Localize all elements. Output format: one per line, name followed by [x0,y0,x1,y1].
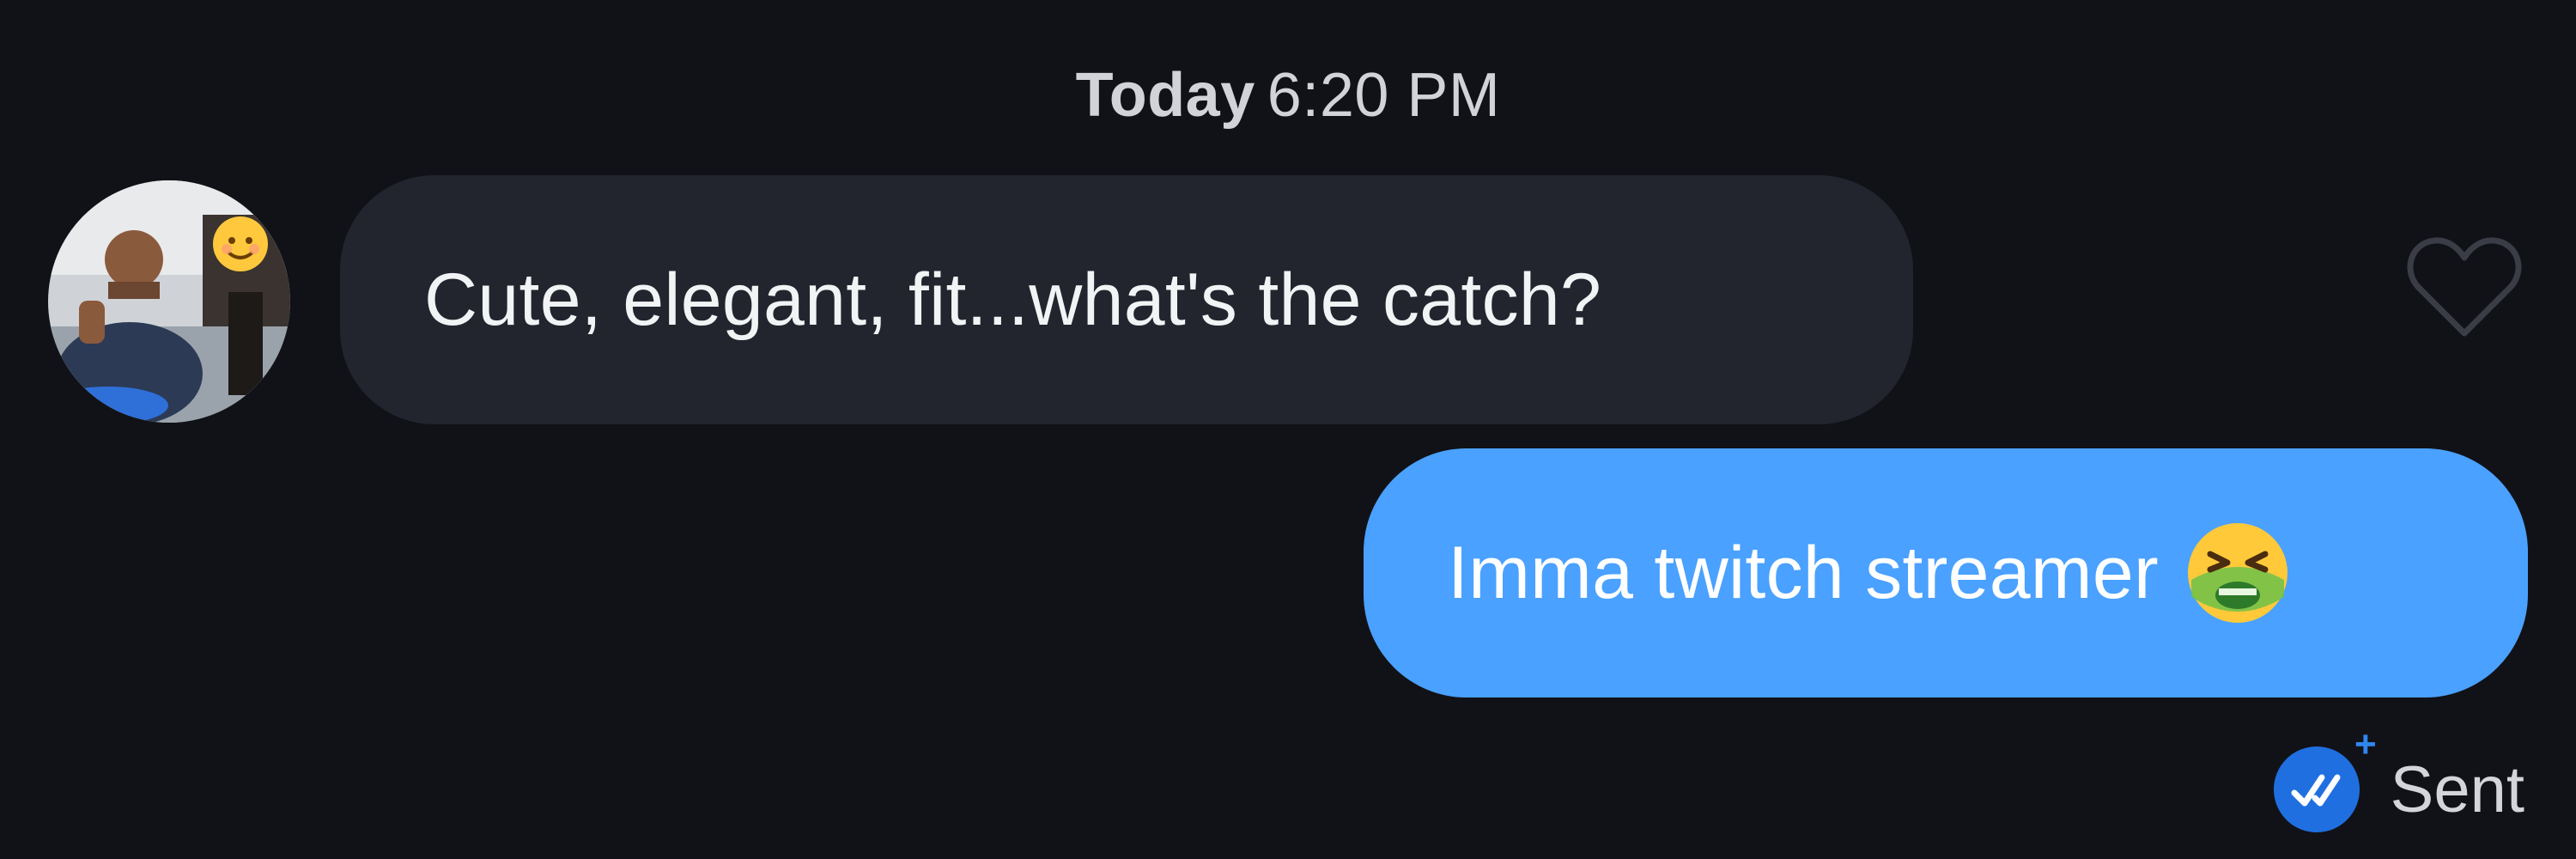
outgoing-message-text: Imma twitch streamer [1448,531,2159,614]
nauseated-face-emoji-icon [2184,520,2291,626]
outgoing-message-bubble[interactable]: Imma twitch streamer [1364,448,2528,698]
receipt-status-label: Sent [2390,752,2524,826]
plus-icon: + [2354,723,2377,765]
double-check-icon: + [2272,726,2377,834]
incoming-message-bubble[interactable]: Cute, elegant, fit...what's the catch? [340,175,1913,424]
avatar[interactable] [48,180,290,423]
chat-thread: Today 6:20 PM Cute, elegant, fit...what's… [0,0,2576,859]
message-timestamp: Today 6:20 PM [0,60,2576,131]
incoming-message-text: Cute, elegant, fit...what's the catch? [424,258,1602,341]
timestamp-time: 6:20 PM [1267,61,1501,130]
read-receipt: + Sent [2272,726,2524,837]
like-heart-icon[interactable] [2404,232,2524,344]
avatar-photo [48,180,290,423]
timestamp-day: Today [1075,61,1255,130]
